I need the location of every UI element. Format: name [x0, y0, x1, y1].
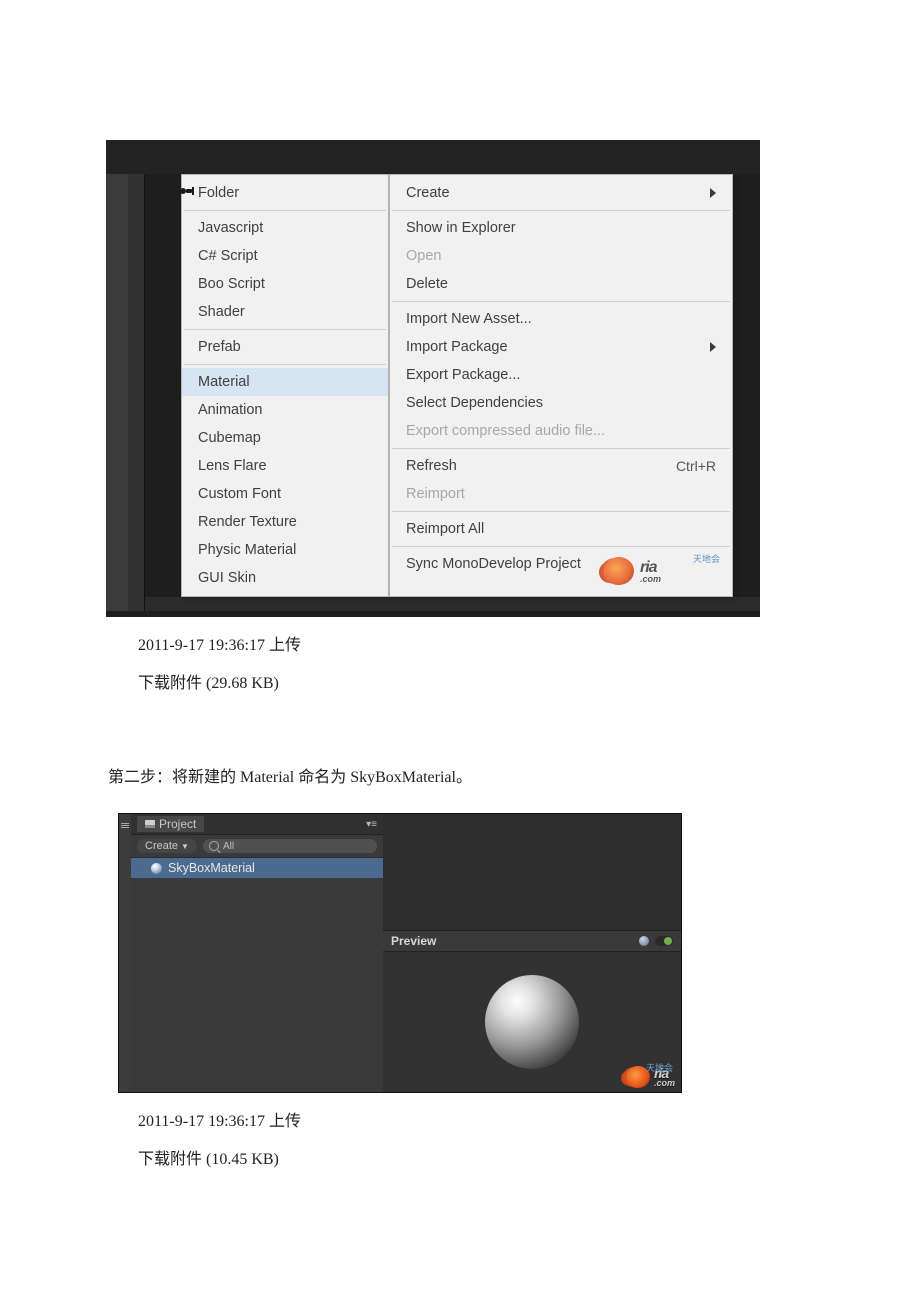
submenu-item-boo[interactable]: Boo Script: [182, 270, 388, 298]
caption-upload-time-1: 2011-9-17 19:36:17 上传: [138, 631, 820, 655]
download-attachment-link-2[interactable]: 下载附件 (10.45 KB): [138, 1145, 820, 1169]
preview-light-toggle[interactable]: [655, 936, 673, 946]
menu-select-dependencies[interactable]: Select Dependencies: [390, 389, 732, 417]
submenu-item-javascript[interactable]: Javascript: [182, 214, 388, 242]
submenu-item-material[interactable]: Material: [182, 368, 388, 396]
menu-reimport-all[interactable]: Reimport All: [390, 515, 732, 543]
transform-gizmo-icon: [178, 180, 200, 203]
submenu-item-rendertexture[interactable]: Render Texture: [182, 508, 388, 536]
project-search-input[interactable]: All: [203, 839, 377, 853]
menu-reimport: Reimport: [390, 480, 732, 508]
submenu-item-animation[interactable]: Animation: [182, 396, 388, 424]
tab-options-icon[interactable]: ▾≡: [365, 819, 377, 830]
panel-gutter: [119, 814, 131, 1092]
watermark-ria: 天地会 ria.com: [626, 1065, 675, 1088]
assets-context-menu: Create Show in Explorer Open Delete Impo…: [389, 174, 733, 597]
watermark-ria: 天地会 ria.com: [604, 554, 724, 588]
caption-upload-time-2: 2011-9-17 19:36:17 上传: [138, 1107, 820, 1131]
project-panel: Project ▾≡ Create▼ All SkyBoxMaterial: [131, 814, 383, 1092]
submenu-item-cubemap[interactable]: Cubemap: [182, 424, 388, 452]
download-attachment-link-1[interactable]: 下载附件 (29.68 KB): [138, 669, 820, 693]
project-item-skyboxmaterial[interactable]: SkyBoxMaterial: [131, 858, 383, 878]
submenu-item-guiskin[interactable]: GUI Skin: [182, 564, 388, 592]
material-icon: [151, 863, 162, 874]
submenu-item-shader[interactable]: Shader: [182, 298, 388, 326]
material-preview-sphere: [485, 975, 579, 1069]
menu-import-package[interactable]: Import Package: [390, 333, 732, 361]
menu-export-package[interactable]: Export Package...: [390, 361, 732, 389]
submenu-arrow-icon: [710, 342, 716, 352]
menu-open: Open: [390, 242, 732, 270]
step2-text: 第二步：将新建的 Material 命名为 SkyBoxMaterial。: [108, 763, 820, 787]
preview-viewport: 天地会 ria.com: [383, 952, 681, 1092]
inspector-empty-area: [383, 814, 681, 930]
preview-label: Preview: [391, 934, 436, 948]
screenshot-unity-project-panel: Project ▾≡ Create▼ All SkyBoxMaterial: [118, 813, 682, 1093]
submenu-item-physicmaterial[interactable]: Physic Material: [182, 536, 388, 564]
screenshot-unity-context-menu: Folder Javascript C# Script Boo Script S…: [106, 140, 760, 617]
menu-show-in-explorer[interactable]: Show in Explorer: [390, 214, 732, 242]
preview-header: Preview: [383, 930, 681, 952]
swirl-icon: [604, 557, 634, 585]
preview-sphere-icon[interactable]: [639, 936, 649, 946]
menu-export-audio: Export compressed audio file...: [390, 417, 732, 445]
menu-create[interactable]: Create: [390, 179, 732, 207]
submenu-item-csharp[interactable]: C# Script: [182, 242, 388, 270]
project-tab-icon: [145, 820, 155, 828]
menu-refresh[interactable]: Refresh Ctrl+R: [390, 452, 732, 480]
menu-refresh-shortcut: Ctrl+R: [676, 456, 716, 476]
project-tab[interactable]: Project: [137, 816, 204, 832]
submenu-item-folder[interactable]: Folder: [182, 179, 388, 207]
create-dropdown-button[interactable]: Create▼: [137, 839, 197, 853]
submenu-item-lensflare[interactable]: Lens Flare: [182, 452, 388, 480]
submenu-arrow-icon: [710, 188, 716, 198]
submenu-item-prefab[interactable]: Prefab: [182, 333, 388, 361]
hamburger-icon: [121, 822, 129, 830]
submenu-item-customfont[interactable]: Custom Font: [182, 480, 388, 508]
menu-delete[interactable]: Delete: [390, 270, 732, 298]
menu-import-new-asset[interactable]: Import New Asset...: [390, 305, 732, 333]
create-submenu: Folder Javascript C# Script Boo Script S…: [181, 174, 389, 597]
search-icon: [209, 841, 219, 851]
